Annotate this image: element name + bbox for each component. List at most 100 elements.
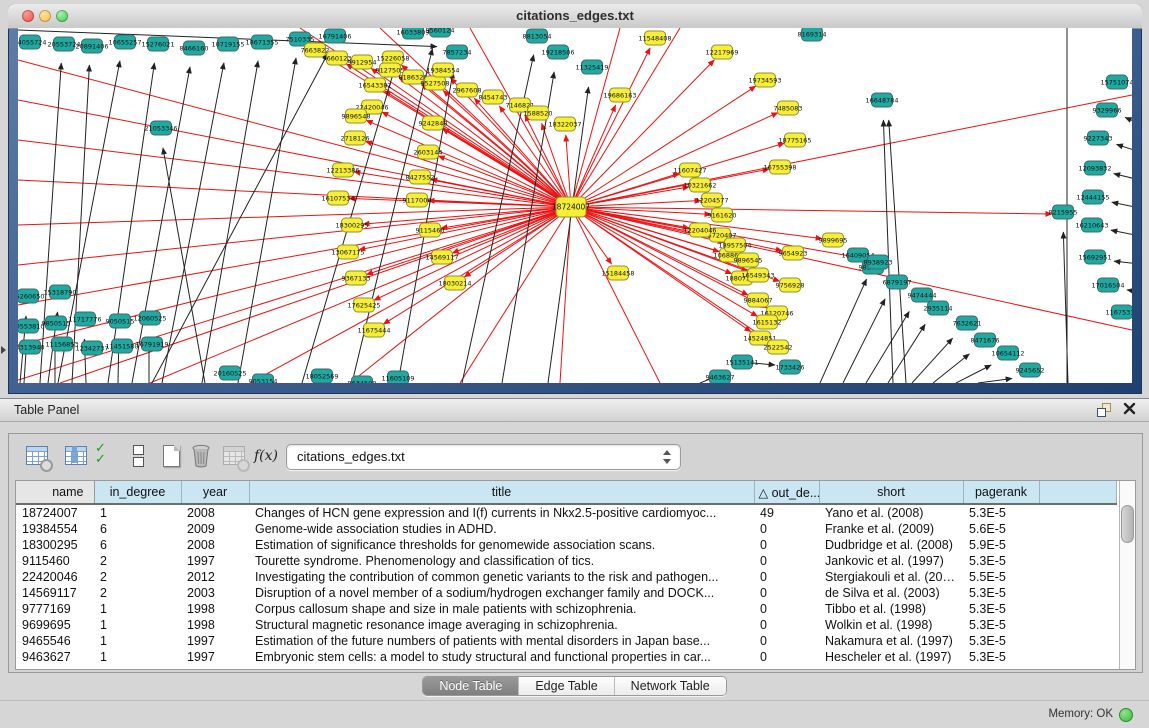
table-cell[interactable]: 2009 <box>181 521 249 537</box>
table-cell[interactable]: 1998 <box>181 601 249 617</box>
table-row[interactable]: 946554611997Estimation of the future num… <box>16 633 1116 649</box>
table-cell[interactable]: 1 <box>94 633 181 649</box>
table-cell[interactable]: 1997 <box>181 649 249 665</box>
table-cell[interactable]: 0 <box>754 649 819 665</box>
table-cell[interactable]: 9777169 <box>16 601 94 617</box>
table-cell[interactable]: 1 <box>94 504 181 521</box>
table-mode-icon[interactable] <box>24 443 50 469</box>
table-cell[interactable]: Yano et al. (2008) <box>819 504 963 521</box>
table-cell[interactable]: 2008 <box>181 537 249 553</box>
network-view[interactable]: 2405572420553724208914061065525715276021… <box>18 28 1132 383</box>
table-cell[interactable]: Corpus callosum shape and size in male p… <box>249 601 754 617</box>
tab-node-table[interactable]: Node Table <box>423 677 518 695</box>
column-header-in-degree[interactable]: in_degree <box>94 481 181 504</box>
table-cell[interactable]: 19384554 <box>16 521 94 537</box>
table-cell[interactable]: 2 <box>94 553 181 569</box>
table-cell[interactable]: 22420046 <box>16 569 94 585</box>
table-cell[interactable]: Tourette syndrome. Phenomenology and cla… <box>249 553 754 569</box>
tab-network-table[interactable]: Network Table <box>614 677 726 695</box>
table-row[interactable]: 1830029562008Estimation of significance … <box>16 537 1116 553</box>
table-cell[interactable]: 5.3E-5 <box>963 585 1039 601</box>
select-all-columns-icon[interactable]: ✓✓ <box>95 443 121 469</box>
delete-column-icon[interactable] <box>189 443 215 469</box>
table-cell[interactable]: 9699695 <box>16 617 94 633</box>
table-cell[interactable]: 0 <box>754 553 819 569</box>
table-cell[interactable]: 0 <box>754 601 819 617</box>
table-cell[interactable]: 5.3E-5 <box>963 617 1039 633</box>
function-builder-icon[interactable]: f(x) <box>253 443 279 469</box>
table-cell[interactable]: 1997 <box>181 633 249 649</box>
table-cell[interactable]: 49 <box>754 504 819 521</box>
table-cell[interactable]: Disruption of a novel member of a sodium… <box>249 585 754 601</box>
column-header-title[interactable]: title <box>249 481 754 504</box>
table-cell[interactable]: 2 <box>94 585 181 601</box>
table-cell[interactable]: 2003 <box>181 585 249 601</box>
panel-collapse-arrow-icon[interactable] <box>1 346 6 354</box>
table-cell[interactable]: Tibbo et al. (1998) <box>819 601 963 617</box>
scrollbar-thumb[interactable] <box>1121 505 1134 543</box>
table-row[interactable]: 2242004622012Investigating the contribut… <box>16 569 1116 585</box>
table-cell[interactable]: Nakamura et al. (1997) <box>819 633 963 649</box>
table-row[interactable]: 946362711997Embryonic stem cells: a mode… <box>16 649 1116 665</box>
table-cell[interactable]: Franke et al. (2009) <box>819 521 963 537</box>
network-window-titlebar[interactable]: citations_edges.txt <box>8 4 1142 29</box>
table-cell[interactable]: 18300295 <box>16 537 94 553</box>
table-cell[interactable]: Genome-wide association studies in ADHD. <box>249 521 754 537</box>
table-cell[interactable]: 1997 <box>181 553 249 569</box>
table-cell[interactable]: 1 <box>94 617 181 633</box>
table-cell[interactable]: 2008 <box>181 504 249 521</box>
table-cell[interactable]: 5.9E-5 <box>963 537 1039 553</box>
table-cell[interactable]: Structural magnetic resonance image aver… <box>249 617 754 633</box>
table-cell[interactable]: 1 <box>94 649 181 665</box>
table-cell[interactable]: 0 <box>754 585 819 601</box>
table-row[interactable]: 1872400712008Changes of HCN gene express… <box>16 504 1116 521</box>
table-row[interactable]: 1938455462009Genome-wide association stu… <box>16 521 1116 537</box>
table-cell[interactable]: 0 <box>754 633 819 649</box>
tab-edge-table[interactable]: Edge Table <box>518 677 613 695</box>
float-panel-icon[interactable] <box>1097 403 1111 417</box>
column-header-year[interactable]: year <box>181 481 249 504</box>
table-cell[interactable]: 5.3E-5 <box>963 601 1039 617</box>
table-cell[interactable]: Estimation of the future numbers of pati… <box>249 633 754 649</box>
table-cell[interactable]: 5.3E-5 <box>963 553 1039 569</box>
table-cell[interactable]: 6 <box>94 537 181 553</box>
column-header-pagerank[interactable]: pagerank <box>963 481 1039 504</box>
table-cell[interactable]: Estimation of significance thresholds fo… <box>249 537 754 553</box>
table-row[interactable]: 969969511998Structural magnetic resonanc… <box>16 617 1116 633</box>
table-cell[interactable]: 0 <box>754 537 819 553</box>
table-cell[interactable]: 5.3E-5 <box>963 504 1039 521</box>
column-header-out-de-[interactable]: △ out_de... <box>754 481 819 504</box>
table-cell[interactable]: Investigating the contribution of common… <box>249 569 754 585</box>
table-cell[interactable]: 0 <box>754 521 819 537</box>
table-cell[interactable]: 5.3E-5 <box>963 649 1039 665</box>
table-cell[interactable]: 5.5E-5 <box>963 569 1039 585</box>
table-cell[interactable]: de Silva et al. (2003) <box>819 585 963 601</box>
unselect-all-columns-icon[interactable] <box>125 443 151 469</box>
table-cell[interactable]: Dudbridge et al. (2008) <box>819 537 963 553</box>
table-cell[interactable]: Changes of HCN gene expression and I(f) … <box>249 504 754 521</box>
column-header-name[interactable]: name <box>16 481 94 504</box>
table-cell[interactable]: 0 <box>754 569 819 585</box>
table-select-dropdown[interactable]: citations_edges.txt <box>286 444 681 470</box>
table-cell[interactable]: Embryonic stem cells: a model to study s… <box>249 649 754 665</box>
table-cell[interactable]: 2012 <box>181 569 249 585</box>
table-panel-titlebar[interactable]: Table Panel <box>0 399 1149 422</box>
table-cell[interactable]: 9463627 <box>16 649 94 665</box>
table-cell[interactable]: 6 <box>94 521 181 537</box>
close-panel-icon[interactable] <box>1123 402 1137 416</box>
table-row[interactable]: 911546021997Tourette syndrome. Phenomeno… <box>16 553 1116 569</box>
table-cell[interactable]: 9465546 <box>16 633 94 649</box>
table-row[interactable]: 1456911722003Disruption of a novel membe… <box>16 585 1116 601</box>
table-cell[interactable]: 18724007 <box>16 504 94 521</box>
table-row[interactable]: 977716911998Corpus callosum shape and si… <box>16 601 1116 617</box>
table-cell[interactable]: 5.6E-5 <box>963 521 1039 537</box>
table-cell[interactable]: Jankovic et al. (1997) <box>819 553 963 569</box>
column-header-short[interactable]: short <box>819 481 963 504</box>
table-cell[interactable]: Hescheler et al. (1997) <box>819 649 963 665</box>
show-columns-icon[interactable] <box>63 443 89 469</box>
table-cell[interactable]: 0 <box>754 617 819 633</box>
table-cell[interactable]: 2 <box>94 569 181 585</box>
table-cell[interactable]: 14569117 <box>16 585 94 601</box>
table-cell[interactable]: 1 <box>94 601 181 617</box>
table-cell[interactable]: 5.3E-5 <box>963 633 1039 649</box>
